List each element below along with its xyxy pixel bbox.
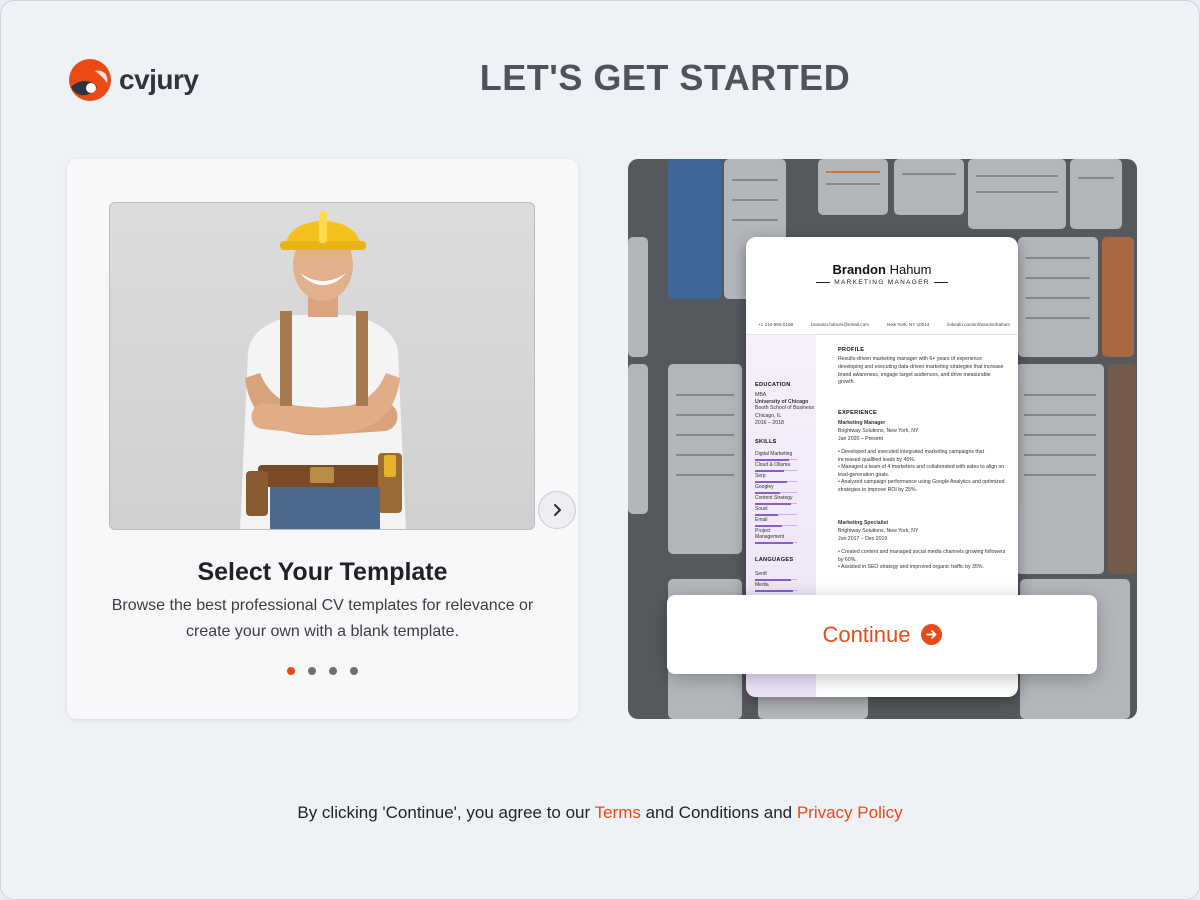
chevron-right-icon: [554, 504, 561, 516]
resume-skill: Cloud & Ollama: [755, 462, 797, 472]
worker-illustration: [240, 211, 406, 529]
resume-language-label: Serdl: [755, 571, 767, 577]
resume-job-title: Marketing Manager: [838, 420, 886, 426]
resume-job-dates: Jun 2017 – Dec 2019: [838, 536, 888, 542]
bg-resume-thumb: [968, 159, 1066, 229]
bg-resume-thumb: [1102, 237, 1134, 357]
bg-resume-thumb: [1018, 237, 1098, 357]
resume-first-name: Brandon: [832, 262, 886, 277]
pagination-dot-2[interactable]: [308, 667, 316, 675]
resume-languages-heading: LANGUAGES: [755, 557, 794, 563]
resume-language: Serdl: [755, 571, 797, 581]
resume-bullet: • Created content and managed social med…: [838, 549, 1006, 563]
resume-job-title: Marketing Specialist: [838, 520, 889, 526]
resume-bullet-text: Assisted in SEO strategy and improved or…: [840, 564, 984, 571]
resume-subschool: Booth School of Business: [755, 405, 815, 411]
resume-preview-panel: Brandon Hahum MARKETING MANAGER +1 210-5…: [628, 159, 1137, 719]
resume-role: MARKETING MANAGER: [746, 279, 1018, 286]
resume-skill: Sousl: [755, 506, 797, 516]
resume-skill: Project Management: [755, 528, 797, 544]
page-title: LET'S GET STARTED: [479, 57, 851, 98]
resume-skill-label: Email: [755, 517, 768, 523]
continue-label: Continue: [822, 621, 911, 647]
resume-bullet: • Developed and executed integrated mark…: [838, 449, 985, 463]
resume-experience-heading: EXPERIENCE: [838, 410, 878, 416]
resume-last-name: Hahum: [889, 262, 932, 277]
resume-bullet-text: Developed and executed integrated market…: [838, 449, 985, 463]
carousel-description: Browse the best professional CV template…: [111, 597, 534, 640]
resume-profile-text: Results-driven marketing manager with 6+…: [838, 356, 1004, 386]
resume-skill-label: Sousl: [755, 506, 768, 512]
bg-resume-thumb: [1108, 364, 1136, 574]
resume-location: New York, NY 10014: [887, 322, 930, 327]
resume-profile-heading: PROFILE: [838, 347, 865, 353]
resume-language: Media: [755, 582, 797, 592]
resume-bullet-text: Managed a team of 4 marketers and collab…: [838, 464, 1005, 478]
bg-resume-thumb: [1070, 159, 1122, 229]
resume-education-heading: EDUCATION: [755, 382, 791, 388]
resume-skills-heading: SKILLS: [755, 439, 777, 445]
bg-resume-thumb: [628, 237, 648, 357]
resume-job-bullets: • Developed and executed integrated mark…: [838, 449, 1006, 495]
arrow-right-circle-icon: [920, 624, 942, 645]
resume-language-label: Media: [755, 582, 769, 588]
resume-job-bullets: • Created content and managed social med…: [838, 549, 1006, 572]
resume-skill: Email: [755, 517, 797, 527]
carousel-pagination: [67, 667, 578, 675]
resume-bullet: • Managed a team of 4 marketers and coll…: [838, 464, 1005, 478]
resume-skill-label: Googley: [755, 484, 774, 490]
legal-middle: and Conditions and: [640, 803, 797, 822]
carousel-title: Select Your Template: [197, 558, 448, 586]
terms-link[interactable]: Terms: [595, 803, 641, 822]
resume-contact-row: +1 210-555-0198 brandon.hahum@email.com …: [758, 322, 1010, 327]
legal-notice: By clicking 'Continue', you agree to our…: [1, 803, 1199, 823]
bg-resume-thumb: [628, 364, 648, 514]
resume-bullet-text: Analyzed campaign performance using Goog…: [838, 479, 1005, 493]
resume-skill: Content Strategy: [755, 495, 797, 505]
resume-skill-label: Digital Marketing: [755, 451, 793, 457]
resume-skill: Googley: [755, 484, 797, 494]
pagination-dot-4[interactable]: [350, 667, 358, 675]
bg-resume-thumb: [668, 159, 722, 299]
resume-name: Brandon Hahum: [746, 262, 1018, 277]
pagination-dot-1[interactable]: [287, 667, 295, 675]
resume-bullet: • Assisted in SEO strategy and improved …: [838, 564, 984, 571]
resume-skill-label: Project Management: [755, 528, 785, 540]
resume-job-company: Brightway Solutions, New York, NY: [838, 528, 919, 534]
bg-resume-thumb: [1016, 364, 1104, 574]
resume-skill-label: Content Strategy: [755, 495, 793, 501]
carousel-next-button[interactable]: [538, 491, 576, 529]
resume-bullet-text: Created content and managed social media…: [838, 549, 1006, 563]
app-window: cvjury LET'S GET STARTED Select Your Tem…: [0, 0, 1200, 900]
resume-job-dates: Jan 2020 – Present: [838, 436, 883, 442]
resume-bullet: • Analyzed campaign performance using Go…: [838, 479, 1005, 493]
resume-skill-label: Serp: [755, 473, 766, 479]
legal-prefix: By clicking 'Continue', you agree to our: [297, 803, 595, 822]
template-carousel-card: Select Your Template Browse the best pro…: [67, 159, 578, 719]
bg-resume-thumb: [668, 364, 742, 554]
bg-resume-thumb: [894, 159, 964, 215]
resume-skill: Digital Marketing: [755, 451, 797, 461]
resume-skill-label: Cloud & Ollama: [755, 462, 791, 468]
pagination-dot-3[interactable]: [329, 667, 337, 675]
resume-job-company: Brightway Solutions, New York, NY: [838, 428, 919, 434]
continue-button[interactable]: Continue: [667, 595, 1097, 674]
resume-email: brandon.hahum@email.com: [811, 322, 869, 327]
bg-resume-thumb: [818, 159, 888, 215]
carousel-image: [109, 202, 535, 530]
resume-skill: Serp: [755, 473, 797, 483]
resume-edu-years: 2016 – 2018: [755, 420, 784, 426]
privacy-policy-link[interactable]: Privacy Policy: [797, 803, 903, 822]
resume-linkedin: linkedin.com/in/brandonhahum: [947, 322, 1010, 327]
resume-phone: +1 210-555-0198: [758, 322, 794, 327]
